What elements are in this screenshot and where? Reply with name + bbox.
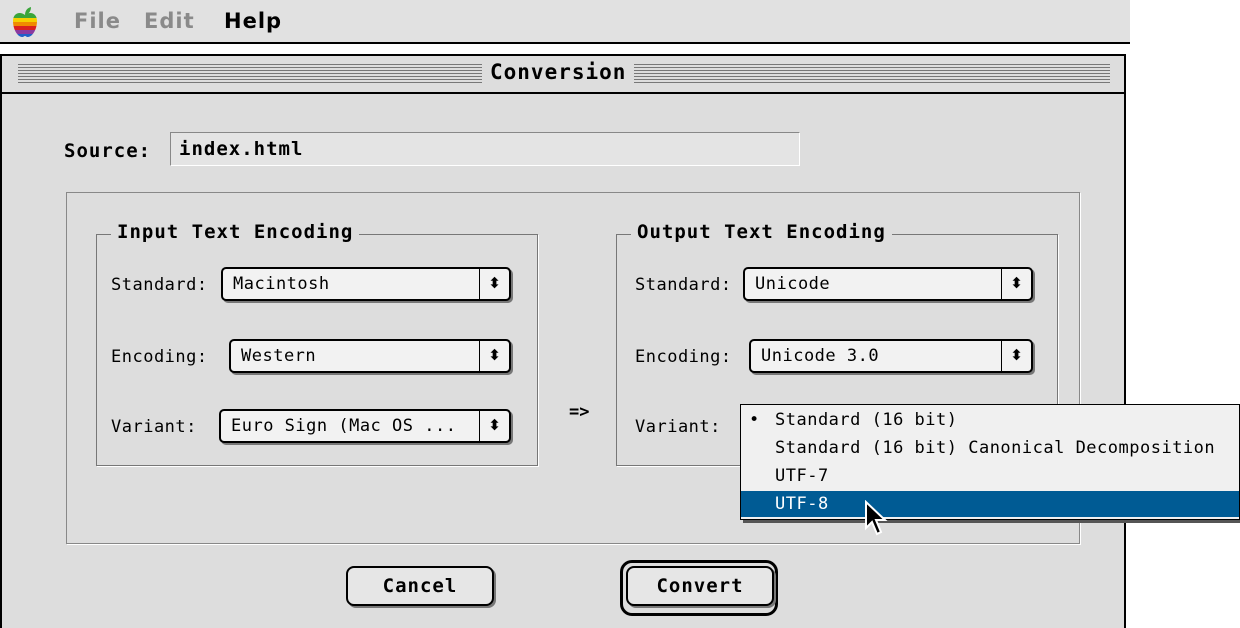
- menu-file[interactable]: File: [74, 9, 121, 33]
- checkmark-bullet-icon: •: [749, 410, 760, 430]
- title-bar[interactable]: Conversion: [2, 56, 1124, 94]
- input-variant-popup[interactable]: Euro Sign (Mac OS ... ⬍: [219, 409, 511, 443]
- up-down-arrows-icon: ⬍: [1001, 269, 1031, 299]
- menu-bar: File Edit Help: [0, 0, 1130, 44]
- menu-option-standard-16-bit[interactable]: • Standard (16 bit): [741, 407, 1239, 433]
- menu-option-label: Standard (16 bit): [775, 410, 958, 430]
- conversion-window: Conversion Source: index.html Input Text…: [0, 54, 1126, 628]
- menu-edit[interactable]: Edit: [144, 9, 195, 33]
- window-title: Conversion: [482, 60, 635, 84]
- input-encoding-popup[interactable]: Western ⬍: [229, 339, 511, 373]
- input-encoding-title: Input Text Encoding: [111, 221, 360, 243]
- input-standard-label: Standard:: [111, 275, 208, 295]
- input-variant-label: Variant:: [111, 417, 197, 437]
- input-encoding-label: Encoding:: [111, 347, 208, 367]
- output-encoding-label: Encoding:: [635, 347, 732, 367]
- output-encoding-value: Unicode 3.0: [761, 346, 880, 366]
- input-standard-popup[interactable]: Macintosh ⬍: [221, 267, 511, 301]
- cancel-button[interactable]: Cancel: [346, 566, 494, 606]
- source-label: Source:: [64, 140, 152, 162]
- menu-option-label: UTF-8: [775, 494, 829, 514]
- conversion-arrow: =>: [569, 402, 590, 422]
- input-standard-value: Macintosh: [233, 274, 330, 294]
- input-encoding-group: Input Text Encoding Standard: Macintosh …: [96, 221, 538, 466]
- arrow-pointer-icon: [865, 500, 888, 536]
- output-encoding-popup[interactable]: Unicode 3.0 ⬍: [749, 339, 1033, 373]
- up-down-arrows-icon: ⬍: [479, 411, 509, 441]
- apple-logo-icon[interactable]: [10, 6, 40, 38]
- output-standard-value: Unicode: [755, 274, 831, 294]
- output-variant-label: Variant:: [635, 417, 721, 437]
- source-field[interactable]: index.html: [170, 132, 800, 166]
- menu-help[interactable]: Help: [224, 9, 282, 33]
- menu-option-standard-16-bit-canonical[interactable]: Standard (16 bit) Canonical Decompositio…: [741, 435, 1239, 461]
- convert-button[interactable]: Convert: [626, 566, 774, 606]
- output-encoding-title: Output Text Encoding: [631, 221, 892, 243]
- menu-option-label: UTF-7: [775, 466, 829, 486]
- input-variant-value: Euro Sign (Mac OS ...: [231, 416, 457, 436]
- menu-option-utf-8[interactable]: UTF-8: [741, 491, 1239, 517]
- menu-option-label: Standard (16 bit) Canonical Decompositio…: [775, 438, 1216, 458]
- output-standard-popup[interactable]: Unicode ⬍: [743, 267, 1033, 301]
- input-encoding-value: Western: [241, 346, 317, 366]
- up-down-arrows-icon: ⬍: [479, 341, 509, 371]
- variant-popup-menu[interactable]: • Standard (16 bit) Standard (16 bit) Ca…: [740, 404, 1240, 520]
- up-down-arrows-icon: ⬍: [1001, 341, 1031, 371]
- menu-option-utf-7[interactable]: UTF-7: [741, 463, 1239, 489]
- output-standard-label: Standard:: [635, 275, 732, 295]
- up-down-arrows-icon: ⬍: [479, 269, 509, 299]
